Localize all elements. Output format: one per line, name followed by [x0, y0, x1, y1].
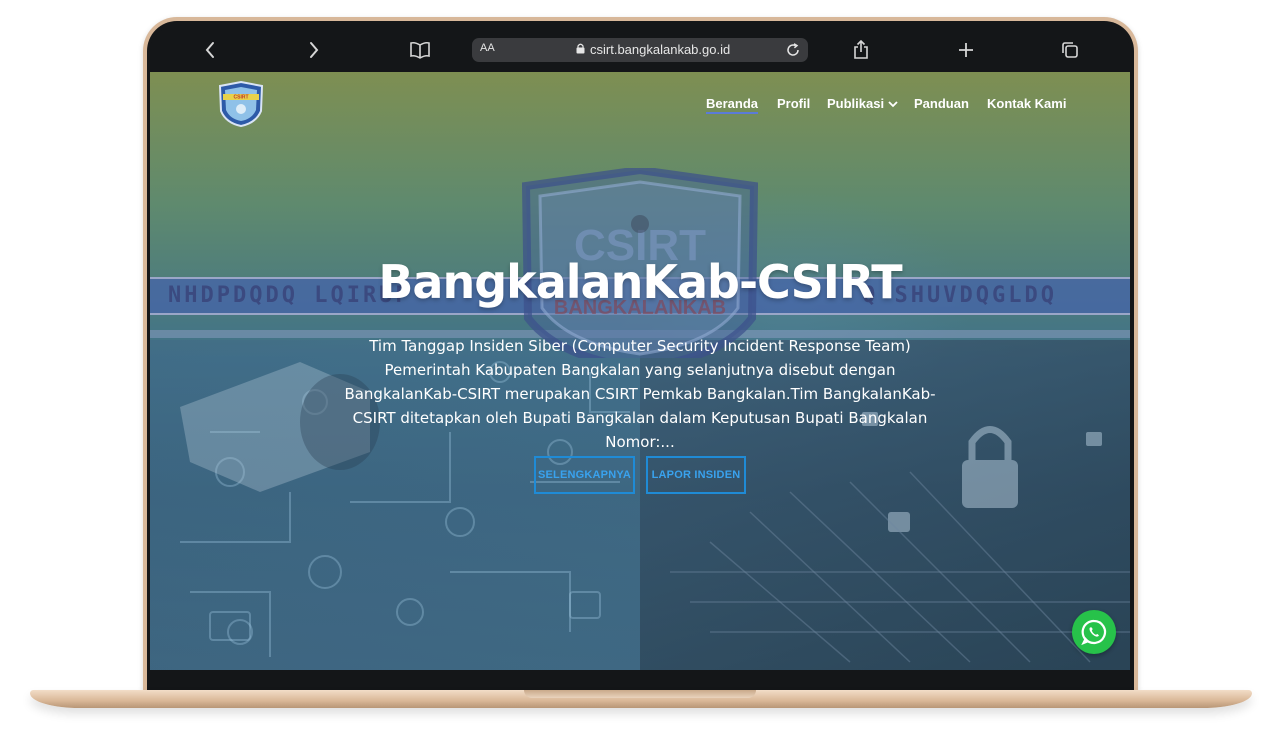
lapor-insiden-button[interactable]: LAPOR INSIDEN — [646, 456, 746, 494]
selengkapnya-button[interactable]: SELENGKAPNYA — [534, 456, 635, 494]
nav-item-publikasi[interactable]: Publikasi — [827, 96, 898, 111]
whatsapp-icon[interactable] — [1072, 610, 1116, 654]
book-icon[interactable] — [400, 28, 440, 72]
website-viewport: NHDPDQDQ LQIRUP Q SHUVDQGLDQ CSIRT BANGK… — [150, 72, 1130, 670]
nav-item-publikasi-label: Publikasi — [827, 96, 885, 111]
browser-toolbar: AA csirt.bangkalankab.go.id — [150, 28, 1130, 72]
hero-title: BangkalanKab-CSIRT — [378, 255, 902, 309]
reload-icon[interactable] — [782, 38, 804, 62]
screen-bottom-bezel — [150, 670, 1130, 692]
nav-item-kontak-kami[interactable]: Kontak Kami — [987, 96, 1066, 111]
nav-item-beranda[interactable]: Beranda — [706, 96, 759, 114]
laptop-hinge-notch — [524, 690, 756, 698]
tabs-icon[interactable] — [1050, 28, 1090, 72]
plus-icon[interactable] — [946, 28, 986, 72]
share-icon[interactable] — [841, 28, 881, 72]
forward-icon[interactable] — [294, 28, 334, 72]
nav-item-panduan[interactable]: Panduan — [914, 96, 969, 111]
hero-description: Tim Tanggap Insiden Siber (Computer Secu… — [344, 337, 936, 451]
main-navigation: Beranda Profil Publikasi Panduan Kontak … — [150, 96, 1130, 116]
chevron-down-icon — [888, 96, 898, 111]
text-size-button[interactable]: AA — [480, 42, 495, 54]
lock-icon — [576, 42, 585, 57]
url-text: csirt.bangkalankab.go.id — [590, 42, 731, 57]
address-bar[interactable]: AA csirt.bangkalankab.go.id — [472, 38, 808, 62]
back-icon[interactable] — [190, 28, 230, 72]
nav-item-profil[interactable]: Profil — [777, 96, 810, 111]
